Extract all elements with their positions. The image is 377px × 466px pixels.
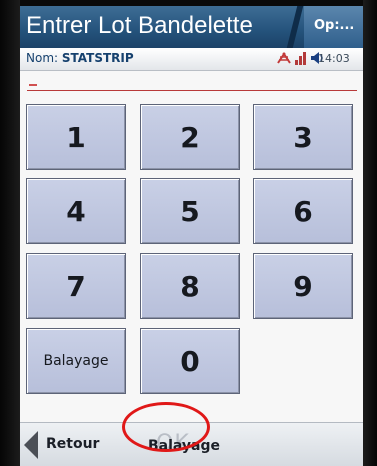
key-9[interactable]: 9 bbox=[253, 253, 353, 319]
operator-name-value: STATSTRIP bbox=[61, 51, 134, 65]
signal-icon bbox=[294, 50, 308, 70]
key-2[interactable]: 2 bbox=[140, 104, 240, 170]
operator-name: Nom: STATSTRIP bbox=[26, 51, 134, 65]
device-bezel-right bbox=[363, 0, 377, 466]
clock: 14:03 bbox=[318, 52, 350, 65]
key-4[interactable]: 4 bbox=[26, 178, 126, 244]
key-3[interactable]: 3 bbox=[253, 104, 353, 170]
device-screen: Entrer Lot Bandelette Op:... Nom: STATST… bbox=[20, 6, 363, 466]
page-title: Entrer Lot Bandelette bbox=[26, 12, 253, 39]
back-label: Retour bbox=[46, 436, 100, 452]
title-separator bbox=[286, 6, 304, 48]
lot-input-cursor bbox=[29, 84, 37, 86]
highlight-ring-annotation bbox=[122, 402, 210, 452]
operator-name-label: Nom: bbox=[26, 51, 59, 65]
connectivity-icon bbox=[276, 50, 292, 70]
title-bar: Entrer Lot Bandelette Op:... bbox=[20, 6, 363, 48]
options-menu-button[interactable]: Op:... bbox=[304, 6, 363, 48]
key-6[interactable]: 6 bbox=[253, 178, 353, 244]
status-bar: Nom: STATSTRIP 14:03 bbox=[20, 48, 363, 71]
key-7[interactable]: 7 bbox=[26, 253, 126, 319]
key-1[interactable]: 1 bbox=[26, 104, 126, 170]
lot-number-input[interactable] bbox=[27, 90, 357, 91]
key-8[interactable]: 8 bbox=[140, 253, 240, 319]
device-bezel-left bbox=[0, 0, 20, 466]
key-scan[interactable]: Balayage bbox=[26, 328, 126, 394]
options-menu-label: Op:... bbox=[314, 18, 355, 33]
key-5[interactable]: 5 bbox=[140, 178, 240, 244]
key-0[interactable]: 0 bbox=[140, 328, 240, 394]
back-arrow-icon bbox=[24, 431, 38, 459]
